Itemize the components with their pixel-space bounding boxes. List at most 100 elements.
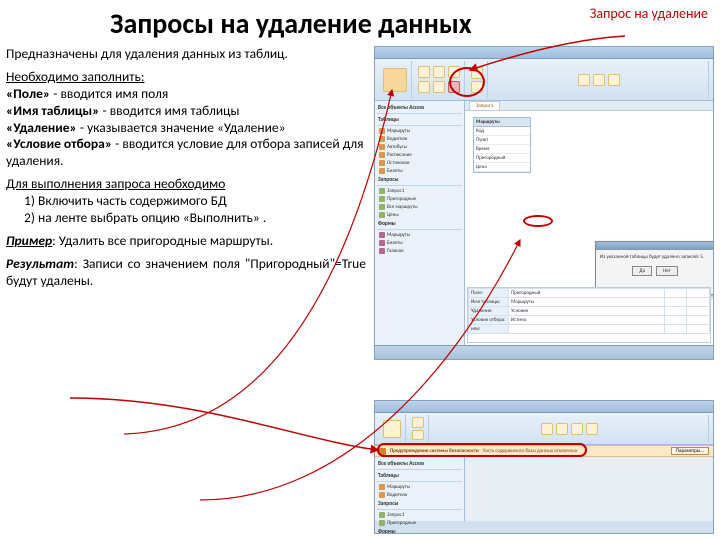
tab-query1[interactable]: Запрос1 [469,101,500,110]
nav-item[interactable]: Пригородные [377,195,462,203]
qbe-cell[interactable] [664,325,687,334]
nav-item[interactable]: Расписание [377,151,462,159]
status-bar [375,345,713,359]
table-icon [379,144,385,150]
showtable-icon[interactable] [471,67,483,79]
qbe-cell[interactable]: Условие [509,307,665,316]
security-warning-text: Часть содержимого базы данных отключена [483,448,577,454]
top-right-annotation: Запрос на удаление [590,6,708,23]
nav-group-header[interactable]: Формы [377,219,462,230]
ribbon-icon-b[interactable] [593,74,605,86]
qbe-cell[interactable] [687,325,710,334]
qbe-cell[interactable] [687,298,710,307]
nav-item-label: Водители [387,492,407,498]
maketable-query-icon[interactable] [433,66,445,78]
nav-item[interactable]: Остановки [377,159,462,167]
ribbon-icon-c[interactable] [608,74,620,86]
qbe-cell[interactable]: Пригородный [509,289,665,298]
select-query-icon[interactable] [418,66,430,78]
table-icon [379,136,385,142]
nav-item-label: Маршруты [387,484,410,490]
qbe-cell[interactable] [687,289,710,298]
qbe-cell[interactable] [664,316,687,325]
qbe-cell[interactable] [664,289,687,298]
qbe-cell[interactable] [664,307,687,316]
form-icon [379,248,385,254]
qbe-cell[interactable]: Истина [509,316,665,325]
delete-label: «Удаление» [6,119,77,136]
qbe-grid[interactable]: Поле:ПригородныйИмя таблицы:МаршрутыУдал… [467,287,711,343]
nav-group-header[interactable]: Запросы [377,175,462,186]
qbe-row-label: Имя таблицы: [469,298,509,307]
ribbon-icon[interactable] [586,423,598,435]
nav-item[interactable]: Запрос1 [377,511,462,519]
navigation-pane[interactable]: Все объекты Access ТаблицыМаршрутыВодите… [375,101,465,345]
run-button[interactable] [383,68,407,92]
security-warning-bar: Предупреждение системы безопасности Част… [375,445,713,457]
nav-item[interactable]: Автобусы [377,143,462,151]
nav-item[interactable]: Все маршруты [377,203,462,211]
ribbon-icon-a[interactable] [578,74,590,86]
app-body-bottom: Все объекты Access ТаблицыМаршрутыВодите… [375,457,713,521]
security-options-button[interactable]: Параметры... [671,447,709,455]
nav-group-header[interactable]: Таблицы [377,115,462,126]
nav-group-header[interactable]: Запросы [377,499,462,510]
ribbon-icon[interactable] [412,430,424,441]
nav-item[interactable]: Водители [377,491,462,499]
totals-icon[interactable] [471,81,483,93]
nav-item-label: Билеты [387,240,403,246]
ribbon-group-results [379,61,412,98]
table-field[interactable]: Время [474,145,530,154]
qbe-cell[interactable] [687,307,710,316]
query-icon [379,204,385,210]
nav-group-header[interactable]: Формы [377,527,462,534]
dialog-yes-button[interactable]: Да [632,266,652,276]
nav-item-label: Расписание [387,152,412,158]
dialog-no-button[interactable]: Нет [656,266,678,276]
nav-group-header[interactable]: Таблицы [377,471,462,482]
table-field[interactable]: Цена [474,163,530,172]
nav-item-label: Пригородные [387,196,416,202]
design-surface[interactable]: Маршруты КодПунктВремяПригородныйЦена Из… [465,111,713,345]
nav-item[interactable]: Маршруты [377,231,462,239]
nav-item[interactable]: Пригородные [377,519,462,527]
field-desc: - вводится имя поля [50,85,168,102]
ribbon-icon[interactable] [541,423,553,435]
query-design-area: Запрос1 Маршруты КодПунктВремяПригородны… [465,101,713,345]
table-field[interactable]: Пригородный [474,154,530,163]
query-icon [379,512,385,518]
navigation-pane-2[interactable]: Все объекты Access ТаблицыМаршрутыВодите… [375,457,465,521]
nav-item[interactable]: Запрос1 [377,187,462,195]
table-fieldlist[interactable]: Маршруты КодПунктВремяПригородныйЦена [473,117,531,173]
table-field[interactable]: Код [474,127,530,136]
qbe-cell[interactable]: Маршруты [509,298,665,307]
ribbon-icon[interactable] [556,423,568,435]
delete-query-icon[interactable] [448,81,460,93]
nav-item[interactable]: Билеты [377,167,462,175]
qbe-cell[interactable] [664,298,687,307]
append-query-icon[interactable] [448,66,460,78]
nav-item[interactable]: Цены [377,211,462,219]
nav-item[interactable]: Маршруты [377,483,462,491]
update-query-icon[interactable] [418,81,430,93]
table-field[interactable]: Пункт [474,136,530,145]
nav-item-label: Водители [387,136,407,142]
ribbon-icon[interactable] [412,417,424,428]
query-icon [379,212,385,218]
screenshot-access-top: Все объекты Access ТаблицыМаршрутыВодите… [374,46,714,360]
nav-item[interactable]: Маршруты [377,127,462,135]
nav-item-label: Все маршруты [387,204,418,210]
ribbon-icon[interactable] [383,420,401,438]
ribbon-group-misc [490,61,709,98]
example-label: Пример [6,232,52,249]
qbe-cell[interactable] [687,316,710,325]
nav-item[interactable]: Главная [377,247,462,255]
content-area-2 [465,457,713,521]
crosstab-query-icon[interactable] [433,81,445,93]
nav-item[interactable]: Водители [377,135,462,143]
nav-item-label: Пригородные [387,520,416,526]
ribbon-icon[interactable] [571,423,583,435]
qbe-cell[interactable] [509,325,665,334]
table-icon [379,128,385,134]
nav-item[interactable]: Билеты [377,239,462,247]
